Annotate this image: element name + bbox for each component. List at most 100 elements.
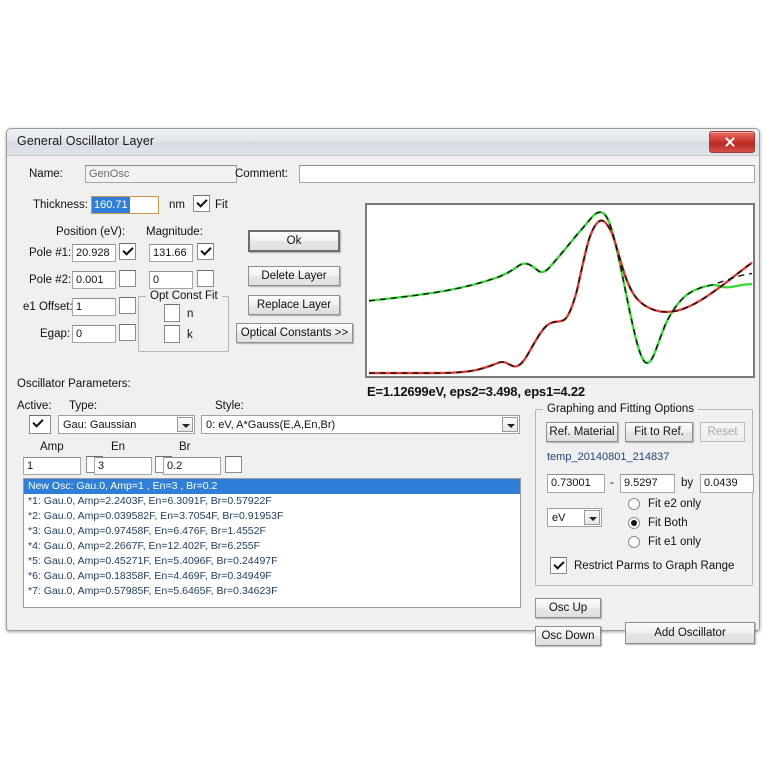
oscillator-type-select[interactable]: Gau: Gaussian xyxy=(58,415,195,434)
list-item[interactable]: *1: Gau.0, Amp=2.2403F, En=6.3091F, Br=0… xyxy=(24,494,520,509)
oscillator-list[interactable]: New Osc: Gau.0, Amp=1 , En=3 , Br=0.2 *1… xyxy=(23,478,521,608)
active-label: Active: xyxy=(17,400,52,412)
thickness-input[interactable]: 160.71 xyxy=(91,196,159,214)
en-label: En xyxy=(111,441,126,453)
model-curve-eps2 xyxy=(368,219,753,374)
list-item[interactable]: *6: Gau.0, Amp=0.18358F, En=4.469F, Br=0… xyxy=(24,569,520,584)
unit-select[interactable]: eV xyxy=(547,508,602,527)
magnitude-header: Magnitude: xyxy=(146,226,203,238)
delete-layer-button[interactable]: Delete Layer xyxy=(248,266,340,286)
ok-button[interactable]: Ok xyxy=(248,230,340,252)
pole2-magnitude-fit-checkbox[interactable] xyxy=(197,270,214,287)
br-input[interactable]: 0.2 xyxy=(163,457,221,475)
br-label: Br xyxy=(179,441,191,453)
type-label: Type: xyxy=(69,400,98,412)
restrict-parms-checkbox[interactable] xyxy=(550,557,567,574)
comment-input[interactable] xyxy=(299,165,755,183)
fit-to-ref-button[interactable]: Fit to Ref. xyxy=(625,422,693,442)
pole2-magnitude-input[interactable]: 0 xyxy=(149,271,193,289)
pole1-position-input[interactable]: 20.928 xyxy=(72,244,116,262)
title-bar[interactable]: General Oscillator Layer xyxy=(7,129,759,156)
list-item[interactable]: *7: Gau.0, Amp=0.57985F, En=5.6465F, Br=… xyxy=(24,584,520,599)
pole1-label: Pole #1: xyxy=(29,247,72,259)
opt-k-checkbox[interactable] xyxy=(164,325,180,343)
radio-ring xyxy=(628,536,640,548)
e1offset-label: e1 Offset: xyxy=(23,301,73,313)
e1offset-fit-checkbox[interactable] xyxy=(119,297,136,314)
range-step-input[interactable]: 0.0439 xyxy=(700,474,754,493)
range-start-input[interactable]: 0.73001 xyxy=(547,474,605,493)
radio-ring xyxy=(628,498,640,510)
pole1-position-fit-checkbox[interactable] xyxy=(119,243,136,260)
pole2-position-input[interactable]: 0.001 xyxy=(72,271,116,289)
opt-n-checkbox[interactable] xyxy=(164,304,180,322)
radio-dot xyxy=(631,520,637,526)
pole2-position-fit-checkbox[interactable] xyxy=(119,270,136,287)
close-icon[interactable] xyxy=(709,131,755,153)
active-checkbox[interactable] xyxy=(29,415,51,434)
br-fit-checkbox[interactable] xyxy=(225,456,242,473)
osc-up-button[interactable]: Osc Up xyxy=(535,598,601,618)
egap-label: Egap: xyxy=(40,328,71,340)
general-oscillator-layer-dialog: General Oscillator Layer Name: GenOsc Co… xyxy=(6,128,760,646)
ref-material-button[interactable]: Ref. Material xyxy=(546,422,618,442)
egap-fit-checkbox[interactable] xyxy=(119,324,136,341)
list-item[interactable]: *2: Gau.0, Amp=0.039582F, En=3.7054F, Br… xyxy=(24,509,520,524)
restrict-parms-label: Restrict Parms to Graph Range xyxy=(574,560,735,572)
fit-e1-only-radio[interactable] xyxy=(628,536,641,549)
chevron-down-icon-style[interactable] xyxy=(502,417,518,432)
red-curve xyxy=(368,219,753,375)
graph-status-text: E=1.12699eV, eps2=3.498, eps1=4.22 xyxy=(367,384,585,399)
egap-input[interactable]: 0 xyxy=(72,325,116,343)
thickness-unit-label: nm xyxy=(169,199,185,211)
pole1-magnitude-fit-checkbox[interactable] xyxy=(197,243,214,260)
opt-const-fit-group: Opt Const Fit n k xyxy=(138,290,229,352)
chevron-down-icon-unit[interactable] xyxy=(584,510,600,525)
osc-down-button[interactable]: Osc Down xyxy=(535,626,601,646)
screen: General Oscillator Layer Name: GenOsc Co… xyxy=(0,0,767,767)
opt-k-label: k xyxy=(187,329,193,341)
pole2-label: Pole #2: xyxy=(29,274,72,286)
model-curve-eps1 xyxy=(368,211,753,364)
replace-layer-button[interactable]: Replace Layer xyxy=(248,295,340,315)
thickness-label: Thickness: xyxy=(33,199,88,211)
fit-e1-only-label: Fit e1 only xyxy=(648,536,702,548)
ref-material-name: temp_20140801_214837 xyxy=(547,451,670,463)
list-item[interactable]: New Osc: Gau.0, Amp=1 , En=3 , Br=0.2 xyxy=(24,479,520,494)
optical-constants-graph[interactable] xyxy=(365,203,755,378)
thickness-fit-checkbox[interactable] xyxy=(193,195,210,212)
unit-value: eV xyxy=(552,512,566,524)
oscillator-type-value: Gau: Gaussian xyxy=(63,419,137,431)
position-header: Position (eV): xyxy=(56,226,126,238)
list-item[interactable]: *4: Gau.0, Amp=2.2667F, En=12.402F, Br=6… xyxy=(24,539,520,554)
range-dash-label: - xyxy=(610,477,614,489)
reset-button[interactable]: Reset xyxy=(700,422,745,442)
chevron-down-icon[interactable] xyxy=(177,417,193,432)
fit-both-radio[interactable] xyxy=(628,517,641,530)
amp-label: Amp xyxy=(40,441,64,453)
name-label: Name: xyxy=(29,168,63,180)
pole1-magnitude-input[interactable]: 131.66 xyxy=(149,244,193,262)
list-item[interactable]: *5: Gau.0, Amp=0.45271F, En=5.4096F, Br=… xyxy=(24,554,520,569)
en-input[interactable]: 3 xyxy=(94,457,152,475)
dialog-body: Name: GenOsc Comment: Thickness: 160.71 … xyxy=(7,156,759,646)
fit-e2-only-label: Fit e2 only xyxy=(648,498,702,510)
opt-const-fit-title: Opt Const Fit xyxy=(146,290,222,302)
amp-input[interactable]: 1 xyxy=(23,457,81,475)
name-input[interactable]: GenOsc xyxy=(85,165,237,183)
green-curve xyxy=(368,211,753,365)
comment-label: Comment: xyxy=(235,168,289,180)
fit-both-label: Fit Both xyxy=(648,517,688,529)
fit-e2-only-radio[interactable] xyxy=(628,498,641,511)
graph-svg xyxy=(368,211,753,375)
oscillator-style-value: 0: eV, A*Gauss(E,A,En,Br) xyxy=(206,419,336,431)
optical-constants-button[interactable]: Optical Constants >> xyxy=(236,323,353,343)
oscillator-style-select[interactable]: 0: eV, A*Gauss(E,A,En,Br) xyxy=(201,415,520,434)
e1offset-input[interactable]: 1 xyxy=(72,298,116,316)
range-by-label: by xyxy=(681,477,694,489)
list-item[interactable]: *3: Gau.0, Amp=0.97458F, En=6.476F, Br=1… xyxy=(24,524,520,539)
graphing-group-title: Graphing and Fitting Options xyxy=(543,403,699,415)
range-end-input[interactable]: 9.5297 xyxy=(620,474,675,493)
add-oscillator-button[interactable]: Add Oscillator xyxy=(625,622,755,644)
style-label: Style: xyxy=(215,400,244,412)
